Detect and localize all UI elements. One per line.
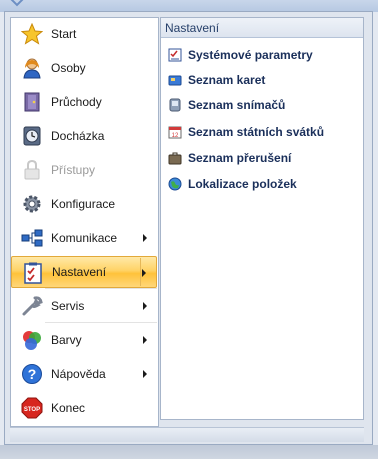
submenu-item-seznam-karet[interactable]: Seznam karet [168,72,265,88]
submenu-item-label: Seznam karet [188,73,266,87]
submenu-item-label: Seznam snímačů [188,98,286,112]
reader-icon [169,98,181,112]
submenu-item-seznam-statnich-svatku[interactable]: 12 Seznam státních svátků [168,124,324,140]
menu-item-servis[interactable]: Servis [11,290,157,322]
menu-item-label: Osoby [51,61,86,75]
submenu-item-label: Seznam státních svátků [188,125,325,139]
menu-item-pristupy: Přístupy [11,154,157,186]
checklist-icon [24,262,42,284]
help-icon: ? [22,364,42,384]
submenu-item-lokalizace-polozek[interactable]: Lokalizace položek [168,176,297,192]
menu-item-konec[interactable]: STOP Konec [11,392,157,424]
menu-item-label: Servis [51,299,85,313]
submenu-item-seznam-snimacu[interactable]: Seznam snímačů [168,97,285,113]
submenu-arrow-icon [142,269,146,277]
star-icon [21,23,43,45]
svg-text:12: 12 [172,133,179,139]
menu-footer [10,427,364,442]
app-icon [10,0,24,7]
submenu-arrow-icon [143,370,147,378]
submenu-item-label: Systémové parametry [188,48,313,62]
menu-item-label: Konec [51,401,86,415]
submenu-item-systemove-parametry[interactable]: Systémové parametry [168,47,313,63]
menu-item-label: Komunikace [51,231,118,245]
person-icon [23,58,41,79]
submenu-arrow-icon [143,234,147,242]
menu-item-konfigurace[interactable]: Konfigurace [11,188,157,220]
cards-icon [168,75,182,86]
stop-icon: STOP [21,397,43,419]
door-icon [24,92,40,112]
submenu-arrow-icon [143,336,147,344]
menu-item-label: Průchody [51,95,102,109]
split-divider [140,258,141,286]
clock-icon [23,126,41,146]
menu-item-label: Docházka [51,129,105,143]
network-icon [21,229,43,247]
menu-separator [45,322,157,323]
menu-item-komunikace[interactable]: Komunikace [11,222,157,254]
menu-item-pruchody[interactable]: Průchody [11,86,157,118]
calendar-icon: 12 [168,126,182,139]
svg-text:?: ? [28,366,37,382]
menu-item-label: Nastavení [52,265,107,279]
menu-item-dochazka[interactable]: Docházka [11,120,157,152]
gear-icon [23,195,41,213]
submenu-item-seznam-preruseni[interactable]: Seznam přerušení [168,150,291,166]
menu-item-napoveda[interactable]: ? Nápověda [11,358,157,390]
svg-text:STOP: STOP [24,407,40,413]
settings-check-icon [168,48,182,62]
palette-icon [23,331,41,350]
menu-item-label: Přístupy [51,163,96,177]
menu-separator [45,288,157,289]
menu-item-label: Konfigurace [51,197,116,211]
menu-item-label: Barvy [51,333,82,347]
globe-icon [168,177,182,191]
submenu-arrow-icon [143,302,147,310]
menu-item-nastaveni[interactable]: Nastavení [11,256,157,288]
window-bottom [0,445,378,459]
submenu-item-label: Seznam přerušení [188,151,292,165]
lock-icon [24,159,40,180]
menu-item-barvy[interactable]: Barvy [11,324,157,356]
menu-item-start[interactable]: Start [11,18,157,50]
menu-item-label: Start [51,27,77,41]
briefcase-icon [168,152,182,165]
submenu-item-label: Lokalizace položek [188,177,297,191]
submenu-header: Nastavení [161,18,363,38]
menu-item-osoby[interactable]: Osoby [11,52,157,84]
menu-item-label: Nápověda [51,367,106,381]
wrench-icon [22,296,43,316]
